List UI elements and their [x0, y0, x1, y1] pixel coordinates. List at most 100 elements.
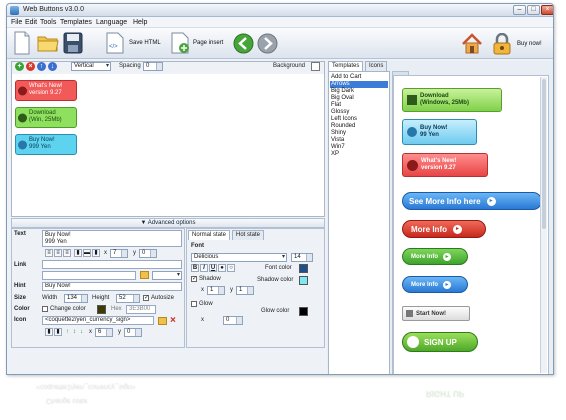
text-field[interactable]: Buy Now! 999 Yen	[42, 230, 182, 247]
preview-button-start-now[interactable]: Start Now!	[402, 306, 470, 321]
remove-icon-icon[interactable]: ×	[170, 315, 176, 326]
page-insert-label[interactable]: Page insert	[193, 40, 223, 46]
text-y-label: y	[133, 250, 136, 256]
font-size-stepper[interactable]: 14	[291, 253, 313, 262]
template-item[interactable]: Rounded	[331, 123, 355, 130]
template-item[interactable]: Big Oval	[331, 95, 354, 102]
menu-edit[interactable]: Edit	[25, 19, 37, 26]
icon-right-icon[interactable]: ▮	[54, 328, 62, 336]
preview-scrollbar[interactable]	[540, 77, 547, 373]
lock-icon[interactable]	[491, 33, 513, 55]
template-item[interactable]: Left Icons	[331, 116, 357, 123]
glow-color-swatch[interactable]	[299, 307, 308, 316]
shadow-x-stepper[interactable]: 1	[207, 286, 225, 295]
template-item-selected[interactable]: Arrows	[330, 81, 388, 88]
height-stepper[interactable]: 52	[116, 294, 140, 303]
height-label: Height	[92, 295, 110, 301]
preview-line1: What's New!	[421, 158, 457, 164]
menu-file[interactable]: File	[11, 19, 22, 26]
state-panel: Normal state Hot state Font Delicious 14…	[186, 228, 325, 348]
open-folder-icon[interactable]	[37, 33, 59, 53]
icon-align-up-icon[interactable]: ↑	[66, 329, 69, 335]
width-stepper[interactable]: 134	[64, 294, 88, 303]
text-y-stepper[interactable]: 0	[139, 249, 157, 258]
icon-x-stepper[interactable]: 6	[95, 328, 113, 337]
preview-button-buy-now[interactable]: Buy Now! 99 Yen	[402, 119, 477, 145]
glow-checkbox[interactable]	[191, 301, 197, 307]
effects-icon[interactable]: ●	[218, 264, 226, 272]
save-icon[interactable]	[63, 32, 83, 54]
home-icon[interactable]	[461, 33, 483, 54]
template-item[interactable]: Flat	[331, 102, 341, 109]
underline-icon[interactable]: U	[209, 264, 217, 272]
layout-right-icon[interactable]: ▮	[92, 249, 100, 257]
align-right-icon[interactable]: ≡	[63, 249, 71, 257]
preview-button-whats-new[interactable]: What's New! version 9.27	[402, 153, 488, 177]
icon-align-down-icon[interactable]: ↓	[80, 329, 83, 335]
align-center-icon[interactable]: ≡	[54, 249, 62, 257]
italic-icon[interactable]: I	[200, 264, 208, 272]
tab-icons[interactable]: Icons	[365, 61, 388, 71]
icon-path-field[interactable]: <coquette2/yen_currency_sign>	[42, 316, 154, 325]
layout-center-icon[interactable]: ▬	[83, 249, 91, 257]
circle-icon[interactable]: ○	[227, 264, 235, 272]
menu-help[interactable]: Help	[133, 19, 147, 26]
link-target-select[interactable]	[152, 271, 182, 280]
link-field[interactable]	[42, 260, 182, 269]
menu-tools[interactable]: Tools	[40, 19, 56, 26]
hint-field[interactable]: Buy Now!	[42, 282, 182, 291]
icon-left-icon[interactable]: ▮	[45, 328, 53, 336]
font-select[interactable]: Delicious	[191, 253, 287, 262]
advanced-options-toggle[interactable]: ▼ Advanced options	[11, 218, 325, 228]
shadow-y-stepper[interactable]: 1	[236, 286, 254, 295]
close-button[interactable]: ×	[541, 5, 553, 15]
layout-left-icon[interactable]: ▮	[74, 249, 82, 257]
preview-scrollbar-thumb[interactable]	[542, 79, 546, 229]
new-file-icon[interactable]	[13, 31, 31, 55]
preview-button-more-info-red[interactable]: More Info ▸	[402, 220, 486, 238]
back-arrow-icon[interactable]	[233, 33, 254, 54]
preview-button-download[interactable]: Download (Windows, 25Mb)	[402, 88, 502, 112]
canvas-frame	[11, 61, 325, 217]
menu-language[interactable]: Language	[96, 19, 127, 26]
tab-templates[interactable]: Templates	[328, 61, 364, 71]
template-item[interactable]: Shiny	[331, 130, 346, 137]
align-left-icon[interactable]: ≡	[45, 249, 53, 257]
hex-field[interactable]: 3E3B00	[126, 305, 156, 314]
color-swatch[interactable]	[97, 305, 106, 314]
template-item[interactable]: Glossy	[331, 109, 349, 116]
shadow-checkbox[interactable]: ✓	[191, 276, 197, 282]
preview-button-more-info-green[interactable]: More Info ▸	[402, 248, 468, 265]
menu-templates[interactable]: Templates	[60, 19, 92, 26]
preview-button-more-info-blue[interactable]: More Info ▸	[402, 276, 468, 293]
glow-x-stepper[interactable]: 0	[223, 316, 243, 325]
bold-icon[interactable]: B	[191, 264, 199, 272]
open-icon-folder-icon[interactable]	[158, 317, 167, 325]
template-item[interactable]: Add to Cart	[331, 74, 361, 81]
template-item[interactable]: Win7	[331, 144, 345, 151]
icon-y-stepper[interactable]: 0	[124, 328, 142, 337]
tab-hot-state[interactable]: Hot state	[232, 230, 265, 240]
template-item[interactable]: Vista	[331, 137, 344, 144]
folder-icon[interactable]	[140, 271, 149, 279]
text-field-line2: 999 Yen	[45, 239, 67, 245]
tab-normal-state[interactable]: Normal state	[188, 230, 231, 240]
maximize-button[interactable]: □	[527, 5, 540, 15]
shadow-color-swatch[interactable]	[299, 276, 308, 285]
link-target-field[interactable]	[42, 271, 136, 280]
page-insert-icon[interactable]	[169, 32, 191, 54]
preview-button-sign-up[interactable]: SIGN UP	[402, 332, 478, 352]
icon-align-middle-icon[interactable]: ↕	[73, 329, 76, 335]
template-item[interactable]: Big Dark	[331, 88, 354, 95]
save-html-icon[interactable]: </>	[104, 32, 126, 54]
template-item[interactable]: XP	[331, 151, 339, 158]
forward-arrow-icon[interactable]	[257, 33, 278, 54]
autosize-checkbox[interactable]: ✓	[143, 295, 149, 301]
buy-now-label[interactable]: Buy now!	[517, 41, 542, 47]
preview-button-see-more-info[interactable]: See More Info here ▸	[402, 192, 542, 210]
text-x-stepper[interactable]: 7	[110, 249, 128, 258]
font-color-swatch[interactable]	[299, 264, 308, 273]
change-color-checkbox[interactable]	[42, 306, 48, 312]
save-html-label[interactable]: Save HTML	[129, 40, 161, 46]
minimize-button[interactable]: –	[513, 5, 526, 15]
